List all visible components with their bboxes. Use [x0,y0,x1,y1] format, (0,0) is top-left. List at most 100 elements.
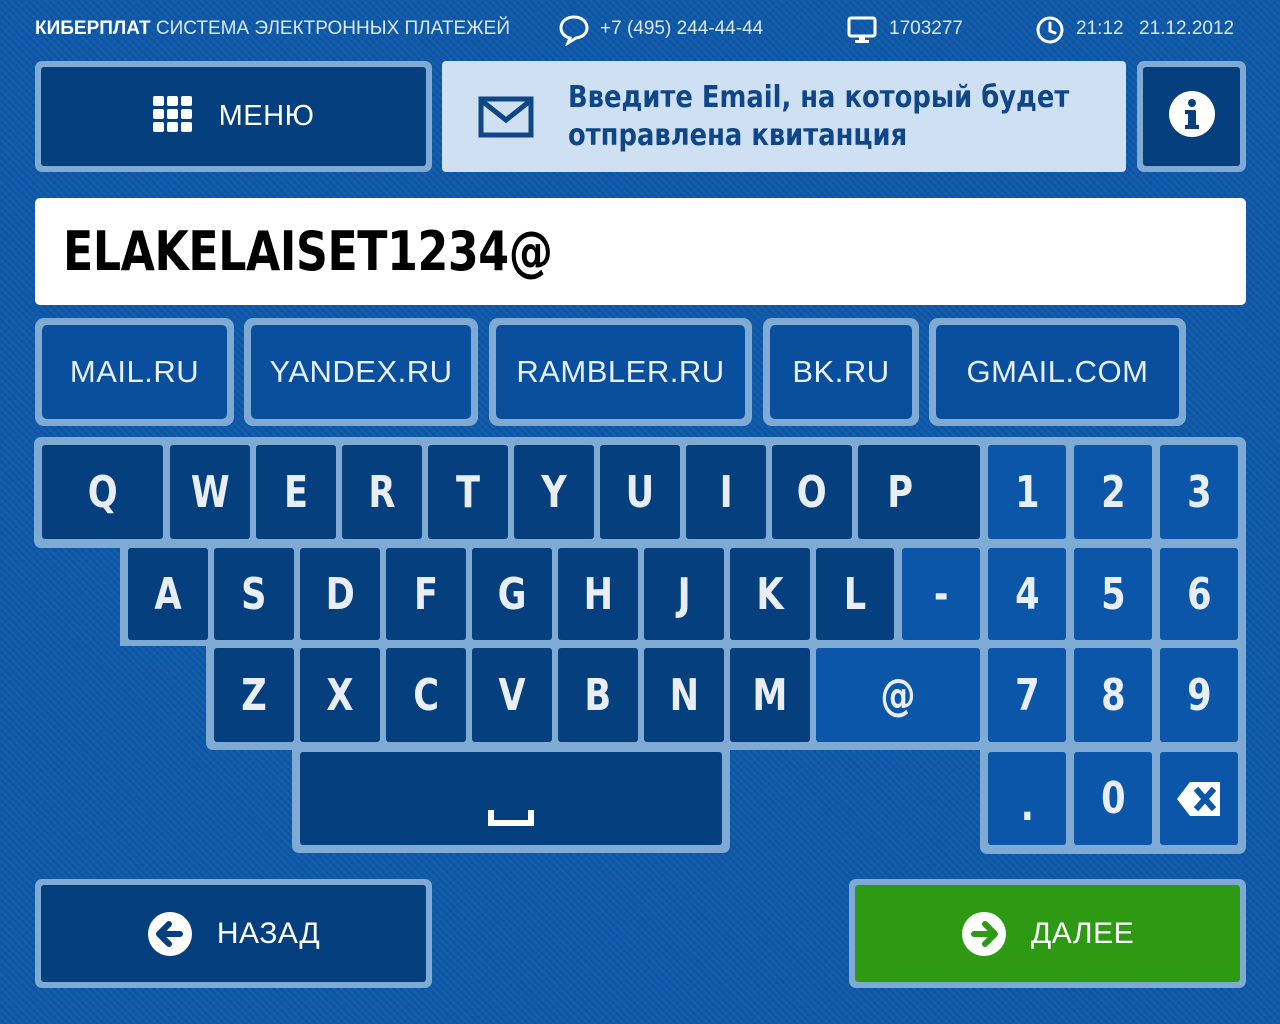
key-label: G [497,568,527,620]
key-g[interactable]: G [472,548,552,640]
domain-button-gmail-com[interactable]: GMAIL.COM [929,318,1186,426]
key-label: L [843,568,867,620]
key-u[interactable]: U [600,445,680,539]
key-6[interactable]: 6 [1160,548,1238,640]
key-r[interactable]: R [342,445,422,539]
key-2[interactable]: 2 [1074,445,1152,539]
key-z[interactable]: Z [214,648,294,742]
key-c[interactable]: C [386,648,466,742]
domain-label: MAIL.RU [42,325,227,419]
key-label: D [325,568,355,620]
brand-name: КИБЕРПЛАТ [35,18,151,39]
domain-button-rambler-ru[interactable]: RAMBLER.RU [489,318,752,426]
key-label: Z [241,669,267,721]
key-label: 1 [1014,466,1040,518]
key-at[interactable]: @ [816,648,980,742]
domain-label: YANDEX.RU [251,325,471,419]
key-label: F [413,568,439,620]
key-label: . [1020,780,1034,831]
key-space[interactable] [300,752,722,845]
key-s[interactable]: S [214,548,294,640]
key-backspace[interactable] [1160,752,1238,845]
key-label: J [677,568,691,620]
key-label: K [756,568,784,620]
brand-title: КИБЕРПЛАТ СИСТЕМА ЭЛЕКТРОННЫХ ПЛАТЕЖЕЙ [35,18,510,40]
next-button[interactable]: ДАЛЕЕ [849,879,1246,988]
key-j[interactable]: J [644,548,724,640]
key-3[interactable]: 3 [1160,445,1238,539]
info-button[interactable] [1137,61,1246,172]
key-w[interactable]: W [170,445,250,539]
domain-label: GMAIL.COM [936,325,1179,419]
instruction-line-2: отправлена квитанция [568,117,908,153]
grid-icon [152,96,193,137]
key-label: B [584,669,612,721]
key-9[interactable]: 9 [1160,648,1238,742]
backspace-icon [1176,781,1222,817]
key-label: X [326,669,354,721]
key-v[interactable]: V [472,648,552,742]
key-o[interactable]: O [772,445,852,539]
info-icon [1168,90,1216,143]
key-d[interactable]: D [300,548,380,640]
key-k[interactable]: K [730,548,810,640]
key-b[interactable]: B [558,648,638,742]
domain-button-mail-ru[interactable]: MAIL.RU [35,318,234,426]
domain-button-yandex-ru[interactable]: YANDEX.RU [244,318,478,426]
key-8[interactable]: 8 [1074,648,1152,742]
key-n[interactable]: N [644,648,724,742]
key-f[interactable]: F [386,548,466,640]
key-hyphen[interactable]: - [902,548,980,640]
key-label: - [933,568,949,620]
key-label: 3 [1186,466,1212,518]
menu-button[interactable]: МЕНЮ [35,61,432,172]
key-label: O [797,466,827,518]
domain-label: BK.RU [770,325,912,419]
key-7[interactable]: 7 [988,648,1066,742]
next-label: ДАЛЕЕ [1030,916,1135,950]
space-bar-icon [488,786,534,837]
domain-label: RAMBLER.RU [496,325,745,419]
key-5[interactable]: 5 [1074,548,1152,640]
key-i[interactable]: I [686,445,766,539]
key-label: U [625,466,655,518]
key-t[interactable]: T [428,445,508,539]
key-label: @ [880,669,916,721]
key-4[interactable]: 4 [988,548,1066,640]
key-label: Y [541,466,567,518]
key-label: 5 [1100,568,1126,620]
clock-time: 21:12 [1076,18,1124,39]
key-label: 6 [1186,568,1212,620]
key-1[interactable]: 1 [988,445,1066,539]
back-button[interactable]: НАЗАД [35,879,432,988]
domain-button-bk-ru[interactable]: BK.RU [763,318,919,426]
key-l[interactable]: L [816,548,894,640]
key-label: P [887,466,914,518]
key-label: W [190,466,230,518]
key-0[interactable]: 0 [1074,752,1152,845]
key-e[interactable]: E [256,445,336,539]
key-label: Q [87,466,118,518]
email-input-value: ELAKELAISET1234@ [63,220,553,283]
arrow-left-circle-icon [147,911,193,957]
key-a[interactable]: A [128,548,208,640]
key-p[interactable]: P [858,445,980,539]
key-q[interactable]: Q [42,445,163,539]
key-m[interactable]: M [730,648,810,742]
key-y[interactable]: Y [514,445,594,539]
support-phone: +7 (495) 244-44-44 [600,18,764,39]
key-label: C [413,669,439,721]
key-label: S [241,568,267,620]
key-dot[interactable]: . [988,752,1066,845]
key-label: A [154,568,182,620]
key-label: N [669,669,699,721]
key-label: 7 [1014,669,1040,721]
clock-date: 21.12.2012 [1139,18,1235,39]
key-label: V [498,669,526,721]
key-label: 2 [1100,466,1126,518]
key-h[interactable]: H [558,548,638,640]
envelope-icon [478,96,534,138]
email-input[interactable]: ELAKELAISET1234@ [35,198,1246,305]
monitor-icon [846,14,878,51]
key-x[interactable]: X [300,648,380,742]
